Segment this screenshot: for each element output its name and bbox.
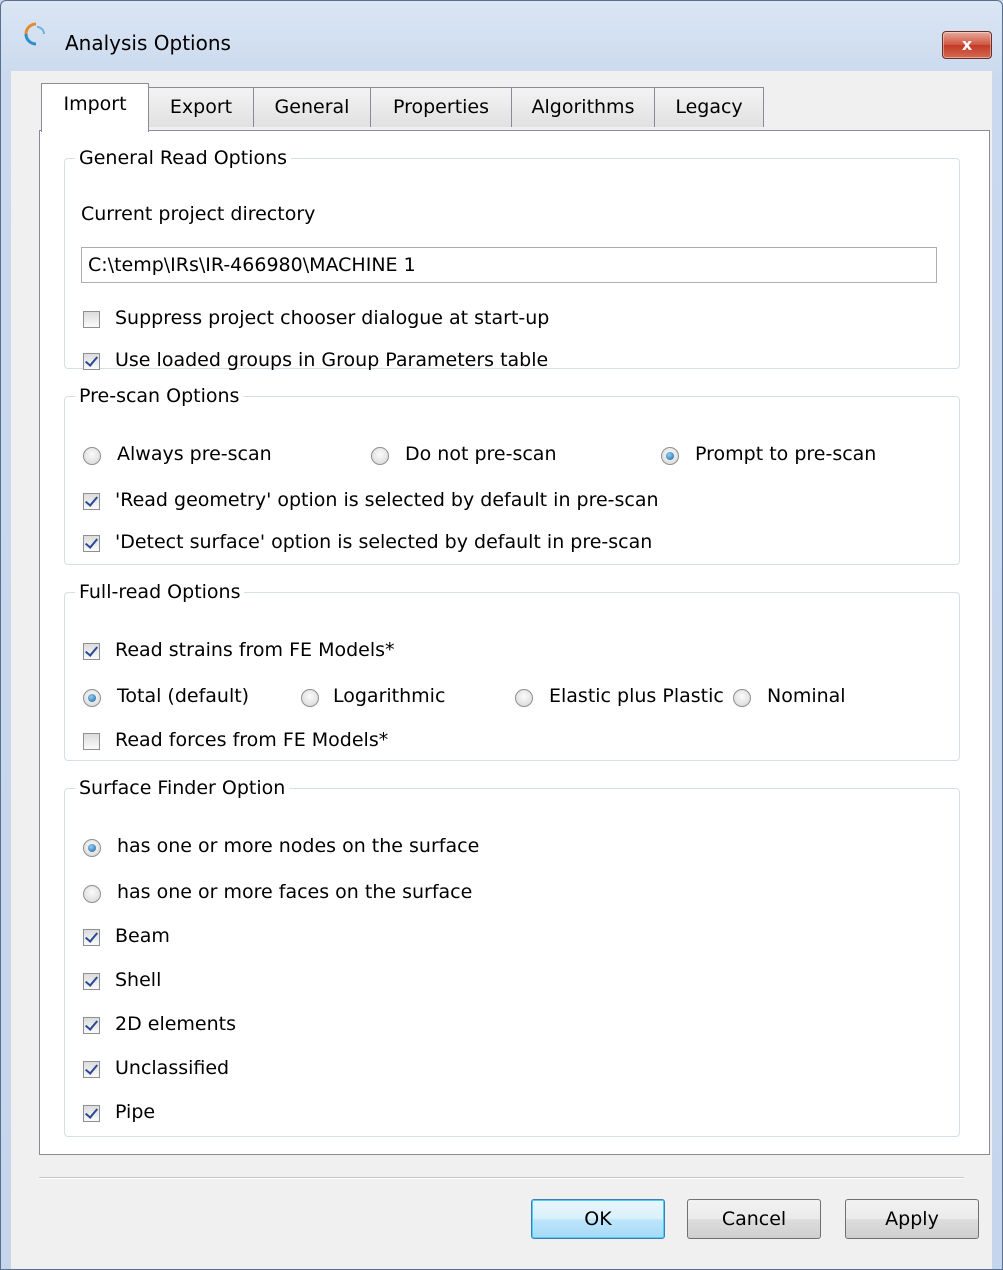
- fullread-options-legend: Full-read Options: [79, 581, 241, 603]
- surface-finder-group: Surface Finder Option has one or more no…: [64, 777, 960, 1137]
- prompt-prescan-label[interactable]: Prompt to pre-scan: [695, 443, 876, 465]
- tab-algorithms[interactable]: Algorithms: [511, 87, 655, 127]
- analysis-options-window: Analysis Options x Import Export General…: [0, 0, 1003, 1270]
- close-icon: x: [961, 35, 973, 54]
- detect-surface-checkbox[interactable]: [83, 535, 100, 552]
- read-forces-label[interactable]: Read forces from FE Models*: [115, 729, 388, 751]
- button-separator: [39, 1177, 964, 1179]
- cancel-button[interactable]: Cancel: [687, 1199, 821, 1239]
- strain-nominal-radio[interactable]: [733, 689, 751, 707]
- do-not-prescan-radio[interactable]: [371, 447, 389, 465]
- project-directory-input[interactable]: [81, 247, 937, 283]
- fullread-options-group: Full-read Options Read strains from FE M…: [64, 581, 960, 761]
- project-directory-label: Current project directory: [81, 203, 316, 225]
- strain-total-radio[interactable]: [83, 689, 101, 707]
- prescan-options-legend: Pre-scan Options: [79, 385, 240, 407]
- strain-elastic-plastic-label[interactable]: Elastic plus Plastic: [549, 685, 724, 707]
- close-button[interactable]: x: [942, 31, 992, 59]
- read-geometry-label[interactable]: 'Read geometry' option is selected by de…: [115, 489, 659, 511]
- nodes-on-surface-label[interactable]: has one or more nodes on the surface: [117, 835, 479, 857]
- ok-button[interactable]: OK: [531, 1199, 665, 1239]
- read-forces-checkbox[interactable]: [83, 733, 100, 750]
- beam-checkbox[interactable]: [83, 929, 100, 946]
- prompt-prescan-radio[interactable]: [661, 447, 679, 465]
- faces-on-surface-label[interactable]: has one or more faces on the surface: [117, 881, 472, 903]
- use-loaded-groups-label[interactable]: Use loaded groups in Group Parameters ta…: [115, 349, 548, 371]
- strain-total-label[interactable]: Total (default): [117, 685, 249, 707]
- use-loaded-groups-checkbox[interactable]: [83, 353, 100, 370]
- tab-general[interactable]: General: [253, 87, 371, 127]
- read-strains-checkbox[interactable]: [83, 643, 100, 660]
- apply-button[interactable]: Apply: [845, 1199, 979, 1239]
- unclassified-checkbox[interactable]: [83, 1061, 100, 1078]
- always-prescan-radio[interactable]: [83, 447, 101, 465]
- title-bar[interactable]: Analysis Options x: [1, 1, 1002, 59]
- shell-checkbox[interactable]: [83, 973, 100, 990]
- unclassified-label[interactable]: Unclassified: [115, 1057, 229, 1079]
- pipe-checkbox[interactable]: [83, 1105, 100, 1122]
- import-tab-panel: General Read Options Current project dir…: [39, 130, 990, 1155]
- do-not-prescan-label[interactable]: Do not pre-scan: [405, 443, 556, 465]
- 2d-elements-checkbox[interactable]: [83, 1017, 100, 1034]
- strain-logarithmic-radio[interactable]: [301, 689, 319, 707]
- tab-export[interactable]: Export: [148, 87, 254, 127]
- faces-on-surface-radio[interactable]: [83, 885, 101, 903]
- general-read-options-legend: General Read Options: [79, 147, 288, 169]
- pipe-label[interactable]: Pipe: [115, 1101, 155, 1123]
- always-prescan-label[interactable]: Always pre-scan: [117, 443, 272, 465]
- strain-elastic-plastic-radio[interactable]: [515, 689, 533, 707]
- strain-nominal-label[interactable]: Nominal: [767, 685, 846, 707]
- read-geometry-checkbox[interactable]: [83, 493, 100, 510]
- tab-properties[interactable]: Properties: [370, 87, 512, 127]
- beam-label[interactable]: Beam: [115, 925, 170, 947]
- window-title: Analysis Options: [65, 31, 231, 55]
- strain-logarithmic-label[interactable]: Logarithmic: [333, 685, 445, 707]
- 2d-elements-label[interactable]: 2D elements: [115, 1013, 236, 1035]
- suppress-chooser-label[interactable]: Suppress project chooser dialogue at sta…: [115, 307, 549, 329]
- shell-label[interactable]: Shell: [115, 969, 161, 991]
- general-read-options-group: General Read Options Current project dir…: [64, 147, 960, 371]
- tab-legacy[interactable]: Legacy: [654, 87, 764, 127]
- nodes-on-surface-radio[interactable]: [83, 839, 101, 857]
- prescan-options-group: Pre-scan Options Always pre-scan Do not …: [64, 385, 960, 565]
- read-strains-label[interactable]: Read strains from FE Models*: [115, 639, 395, 661]
- app-logo-icon: [24, 22, 45, 46]
- suppress-chooser-checkbox[interactable]: [83, 311, 100, 328]
- dialog-client-area: Import Export General Properties Algorit…: [11, 71, 992, 1269]
- tab-import[interactable]: Import: [41, 83, 149, 132]
- detect-surface-label[interactable]: 'Detect surface' option is selected by d…: [115, 531, 652, 553]
- surface-finder-legend: Surface Finder Option: [79, 777, 286, 799]
